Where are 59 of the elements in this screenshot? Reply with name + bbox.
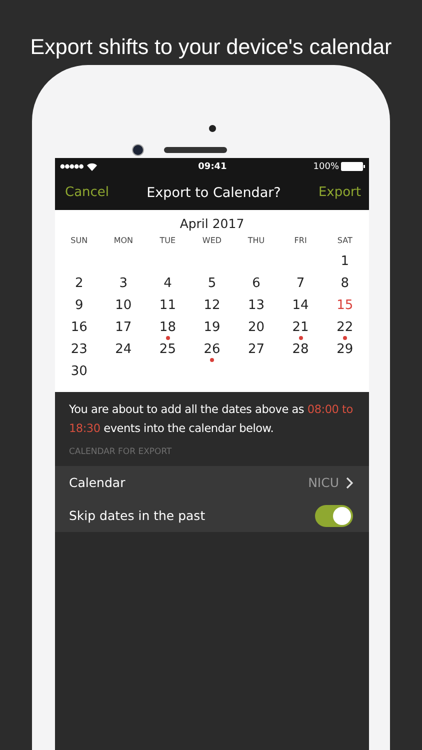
battery-icon xyxy=(341,162,365,171)
weekday-label: SUN xyxy=(70,236,89,245)
row-label: Calendar xyxy=(69,475,126,490)
calendar-day[interactable]: 17 xyxy=(115,320,132,336)
toggle-switch[interactable] xyxy=(315,504,353,526)
weekday-label: TUE xyxy=(158,236,177,245)
weekday-label: MON xyxy=(112,236,134,245)
calendar-day[interactable]: 5 xyxy=(208,276,216,292)
calendar-day[interactable]: 9 xyxy=(75,298,84,314)
calendar-day[interactable]: 12 xyxy=(204,298,220,314)
wifi-icon xyxy=(87,162,97,170)
nav-title: Export to Calendar? xyxy=(146,184,281,200)
calendar-day[interactable]: 25 xyxy=(159,342,176,358)
weekday-label: FRI xyxy=(293,236,308,245)
status-time: 09:41 xyxy=(198,162,227,172)
headline: Export shifts to your device's calendar xyxy=(29,34,393,61)
calendar-day[interactable]: 3 xyxy=(119,276,128,292)
row-value: NICU xyxy=(308,475,339,490)
calendar-day[interactable]: 11 xyxy=(159,298,176,314)
calendar-day[interactable]: 23 xyxy=(70,342,88,358)
calendar-day[interactable]: 6 xyxy=(252,276,260,292)
row-label: Skip dates in the past xyxy=(69,508,206,523)
calendar-day[interactable]: 29 xyxy=(336,342,354,358)
export-button[interactable]: Export xyxy=(318,185,361,200)
calendar-day[interactable]: 8 xyxy=(340,276,349,292)
calendar-day[interactable]: 18 xyxy=(159,320,176,336)
weekday-label: WED xyxy=(201,236,223,245)
calendar-day[interactable]: 22 xyxy=(336,320,354,336)
info-text: You are about to add all the dates above as 08:00 to 18:30 events into the calendar below. xyxy=(68,402,354,437)
calendar-day[interactable]: 30 xyxy=(70,364,88,380)
weekday-label: THU xyxy=(246,236,266,245)
camera-icon xyxy=(132,144,144,156)
calendar-day[interactable]: 20 xyxy=(248,320,265,336)
cancel-button[interactable]: Cancel xyxy=(65,185,110,200)
calendar-day[interactable]: 13 xyxy=(248,298,265,314)
calendar-day[interactable]: 10 xyxy=(115,298,132,314)
calendar-day[interactable]: 27 xyxy=(248,342,265,358)
calendar-day[interactable]: 4 xyxy=(164,276,172,292)
calendar-day[interactable]: 24 xyxy=(115,342,132,358)
calendar-day[interactable]: 15 xyxy=(336,298,354,314)
speaker-icon xyxy=(164,147,226,153)
calendar-day[interactable]: 19 xyxy=(204,320,220,336)
calendar-day[interactable]: 21 xyxy=(292,320,309,336)
calendar-day[interactable]: 26 xyxy=(204,342,220,358)
battery-percent: 100% xyxy=(313,162,339,172)
settings-row[interactable]: Skip dates in the past xyxy=(55,499,369,532)
month-title: April 2017 xyxy=(178,216,246,233)
calendar-day[interactable]: 2 xyxy=(75,276,84,292)
calendar-day[interactable]: 14 xyxy=(292,298,309,314)
settings-row[interactable]: Calendar NICU xyxy=(55,466,369,499)
chevron-icon xyxy=(346,476,353,488)
sensor-icon xyxy=(208,125,216,132)
calendar-day[interactable]: 28 xyxy=(292,342,309,358)
weekday-label: SAT xyxy=(336,236,354,245)
signal-icon xyxy=(60,164,84,169)
section-header: CALENDAR FOR EXPORT xyxy=(68,446,173,459)
calendar-day[interactable]: 1 xyxy=(340,254,349,270)
calendar-day[interactable]: 7 xyxy=(296,276,305,292)
calendar-day[interactable]: 16 xyxy=(70,320,88,336)
